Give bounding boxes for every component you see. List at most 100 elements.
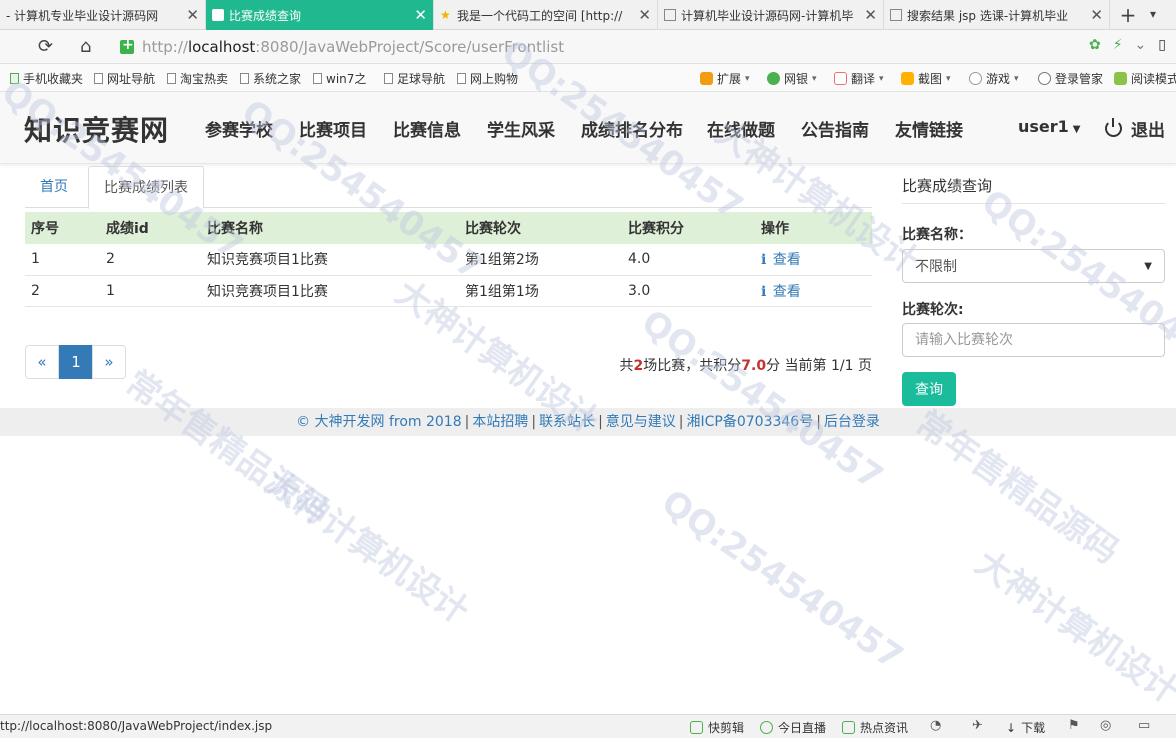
- next-page-button[interactable]: »: [92, 345, 126, 379]
- column-header: 比赛轮次: [459, 212, 622, 244]
- tab-home[interactable]: 首页: [25, 166, 83, 208]
- query-button[interactable]: 查询: [902, 372, 956, 406]
- cell-actions: i 查看: [755, 275, 872, 307]
- prev-page-button[interactable]: «: [25, 345, 59, 379]
- filter-panel-title: 比赛成绩查询: [902, 177, 993, 195]
- bookmark-item[interactable]: 足球导航: [384, 70, 445, 87]
- scissors-icon: [901, 72, 914, 85]
- new-tab-icon[interactable]: +: [1116, 3, 1140, 27]
- watermark-text: 大神计算机设计: [968, 542, 1176, 713]
- browser-tab[interactable]: 计算机毕业设计源码网-计算机毕 ✕: [658, 0, 884, 30]
- close-tab-icon[interactable]: ✕: [186, 6, 199, 24]
- cell-points: 3.0: [622, 275, 755, 307]
- logout-button[interactable]: 退出: [1105, 116, 1165, 141]
- logout-label: 退出: [1131, 121, 1165, 141]
- browser-tab[interactable]: 搜索结果 jsp 选课-计算机毕业 ✕: [884, 0, 1110, 30]
- nav-link-notices[interactable]: 公告指南: [801, 116, 869, 141]
- separator: |: [678, 414, 684, 430]
- login-manager-button[interactable]: 登录管家: [1038, 70, 1103, 87]
- nav-link-contest-info[interactable]: 比赛信息: [393, 116, 461, 141]
- cell-round: 第1组第2场: [459, 244, 622, 276]
- nav-link-friend-links[interactable]: 友情链接: [895, 116, 963, 141]
- browser-icon[interactable]: ◎: [1100, 718, 1111, 733]
- tab-score-list[interactable]: 比赛成绩列表: [88, 166, 204, 209]
- downloads-button[interactable]: ↓ 下载: [1006, 719, 1045, 736]
- footer-link-admin-login[interactable]: 后台登录: [824, 414, 880, 430]
- bookmark-label: 足球导航: [397, 72, 446, 86]
- status-tool-label: 热点资讯: [860, 721, 909, 735]
- home-icon[interactable]: ⌂: [80, 36, 91, 57]
- secure-icon: [120, 37, 134, 54]
- bookmark-item[interactable]: 系统之家: [240, 70, 301, 87]
- bookmark-item[interactable]: 手机收藏夹: [10, 70, 83, 87]
- bookmark-item[interactable]: 淘宝热卖: [167, 70, 228, 87]
- bookmark-label: 网上购物: [470, 72, 519, 86]
- browser-tab-title: 我是一个代码工的空间 [http://: [457, 8, 623, 23]
- view-link[interactable]: i 查看: [761, 252, 801, 268]
- live-button[interactable]: 今日直播: [760, 719, 826, 736]
- bookmark-item[interactable]: win7之: [313, 70, 366, 87]
- contest-name-select[interactable]: 不限制 ▼: [902, 249, 1165, 283]
- nav-link-schools[interactable]: 参赛学校: [205, 116, 273, 141]
- footer-link-contact[interactable]: 联系站长: [539, 414, 595, 430]
- reload-icon[interactable]: ⟳: [38, 36, 53, 57]
- extensions-icon: [700, 72, 713, 85]
- user-dropdown[interactable]: user1 ▼: [1018, 117, 1081, 136]
- scissors-icon: [690, 721, 703, 734]
- tab-list-icon[interactable]: ▾: [1150, 7, 1156, 21]
- games-button[interactable]: 游戏 ▾: [969, 70, 1019, 87]
- screenshot-button[interactable]: 截图 ▾: [901, 70, 951, 87]
- status-tool-label: 今日直播: [778, 721, 827, 735]
- view-label: 查看: [772, 283, 801, 300]
- nav-link-online-quiz[interactable]: 在线做题: [707, 116, 775, 141]
- page-1-button[interactable]: 1: [59, 345, 93, 379]
- bookmark-item[interactable]: 网上购物: [457, 70, 518, 87]
- url-path: :8080/JavaWebProject/Score/userFrontlist: [255, 38, 565, 56]
- column-header: 序号: [25, 212, 100, 244]
- translate-button[interactable]: 翻译 ▾: [834, 70, 884, 87]
- pin-icon[interactable]: ✈: [972, 718, 983, 733]
- extensions-button[interactable]: 扩展 ▾: [700, 70, 750, 87]
- close-tab-icon[interactable]: ✕: [414, 6, 427, 24]
- close-tab-icon[interactable]: ✕: [1090, 6, 1103, 24]
- page-icon: [384, 73, 393, 84]
- url-field[interactable]: http://localhost:8080/JavaWebProject/Sco…: [120, 34, 1150, 60]
- browser-tab-title: 计算机毕业设计源码网-计算机毕: [681, 8, 854, 23]
- play-icon: [760, 721, 773, 734]
- browser-tab[interactable]: ★ 我是一个代码工的空间 [http:// ✕: [434, 0, 658, 30]
- close-tab-icon[interactable]: ✕: [864, 6, 877, 24]
- window-icon[interactable]: ▭: [1138, 718, 1150, 733]
- info-icon: i: [761, 283, 767, 300]
- status-tool-label: 快剪辑: [708, 721, 745, 735]
- power-icon: [1105, 118, 1122, 137]
- footer-link-feedback[interactable]: 意见与建议: [606, 414, 676, 430]
- view-link[interactable]: i 查看: [761, 284, 801, 300]
- bank-button[interactable]: 网银 ▾: [767, 70, 817, 87]
- browser-tab-active[interactable]: 比赛成绩查询 ✕: [206, 0, 434, 30]
- nav-link-student-showcase[interactable]: 学生风采: [487, 116, 555, 141]
- hot-news-button[interactable]: 热点资讯: [842, 719, 908, 736]
- phone-icon: [10, 73, 19, 84]
- summary-text: 场比赛，共积分: [643, 358, 742, 374]
- nav-link-projects[interactable]: 比赛项目: [299, 116, 367, 141]
- footer-link-icp[interactable]: 湘ICP备0703346号: [687, 414, 814, 430]
- round-input[interactable]: [902, 323, 1165, 357]
- quick-edit-button[interactable]: 快剪辑: [690, 719, 744, 736]
- footer-link-jobs[interactable]: 本站招聘: [472, 414, 528, 430]
- download-icon: ↓: [1006, 720, 1017, 735]
- chevron-down-icon[interactable]: ⌄: [1135, 37, 1147, 53]
- close-tab-icon[interactable]: ✕: [638, 6, 651, 24]
- flag-icon[interactable]: ⚑: [1068, 718, 1080, 733]
- cloud-icon[interactable]: ✿: [1089, 37, 1101, 53]
- browser-tab[interactable]: - 计算机专业毕业设计源码网 ✕: [0, 0, 206, 30]
- reader-mode-button[interactable]: 阅读模式: [1114, 70, 1176, 87]
- phone-icon[interactable]: ▯: [1158, 37, 1166, 53]
- bookmark-item[interactable]: 网址导航: [94, 70, 155, 87]
- lightning-icon[interactable]: ⚡: [1113, 37, 1123, 53]
- footer-link-copyright[interactable]: © 大神开发网 from 2018: [296, 414, 462, 430]
- speed-icon[interactable]: ◔: [930, 718, 941, 733]
- bookmark-label: 手机收藏夹: [23, 72, 84, 86]
- nav-link-score-ranking[interactable]: 成绩排名分布: [581, 116, 683, 141]
- tool-label: 登录管家: [1055, 72, 1104, 86]
- site-brand[interactable]: 知识竞赛网: [24, 109, 169, 149]
